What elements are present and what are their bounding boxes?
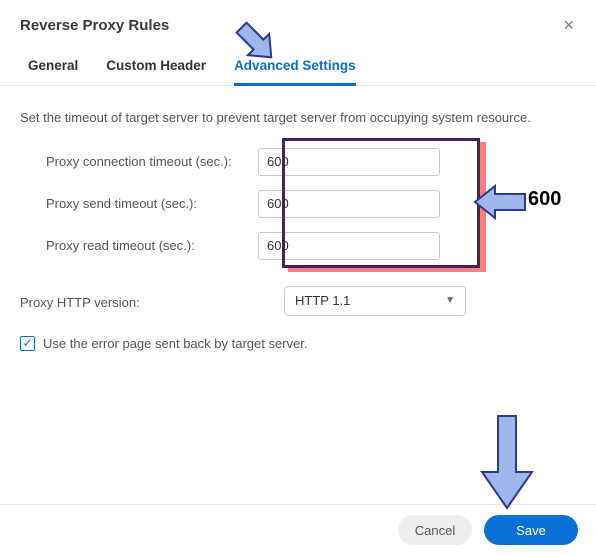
read-timeout-label: Proxy read timeout (sec.): <box>20 232 258 256</box>
row-conn-timeout: Proxy connection timeout (sec.): <box>20 148 576 176</box>
read-timeout-input[interactable] <box>258 232 440 260</box>
tab-bar: General Custom Header Advanced Settings <box>0 44 596 86</box>
timeout-form: Proxy connection timeout (sec.): Proxy s… <box>20 148 576 354</box>
http-version-label: Proxy HTTP version: <box>20 289 284 313</box>
http-version-select[interactable]: HTTP 1.1 ▼ <box>284 286 466 316</box>
tab-custom-header[interactable]: Custom Header <box>106 58 206 85</box>
row-read-timeout: Proxy read timeout (sec.): <box>20 232 576 260</box>
tab-general[interactable]: General <box>28 58 78 85</box>
dialog-footer: Cancel Save <box>0 504 596 555</box>
send-timeout-label: Proxy send timeout (sec.): <box>20 190 258 214</box>
title-bar: Reverse Proxy Rules × <box>0 0 596 44</box>
save-button[interactable]: Save <box>484 515 578 545</box>
http-version-value: HTTP 1.1 <box>295 291 350 311</box>
row-http-version: Proxy HTTP version: HTTP 1.1 ▼ <box>20 286 576 316</box>
dialog-body: Set the timeout of target server to prev… <box>0 86 596 363</box>
dialog-title: Reverse Proxy Rules <box>20 17 169 34</box>
row-error-page: ✓ Use the error page sent back by target… <box>20 334 576 354</box>
error-page-checkbox[interactable]: ✓ <box>20 336 35 351</box>
annotation-600-label: 600 <box>528 188 561 211</box>
chevron-down-icon: ▼ <box>445 293 455 308</box>
tab-advanced-settings[interactable]: Advanced Settings <box>234 58 356 86</box>
cancel-button[interactable]: Cancel <box>398 515 472 545</box>
row-send-timeout: Proxy send timeout (sec.): <box>20 190 576 218</box>
error-page-label: Use the error page sent back by target s… <box>43 334 307 354</box>
reverse-proxy-dialog: Reverse Proxy Rules × General Custom Hea… <box>0 0 596 363</box>
conn-timeout-input[interactable] <box>258 148 440 176</box>
description-text: Set the timeout of target server to prev… <box>20 108 576 128</box>
arrow-annotation-save <box>478 414 536 512</box>
close-icon[interactable]: × <box>559 12 578 38</box>
send-timeout-input[interactable] <box>258 190 440 218</box>
conn-timeout-label: Proxy connection timeout (sec.): <box>20 148 258 172</box>
